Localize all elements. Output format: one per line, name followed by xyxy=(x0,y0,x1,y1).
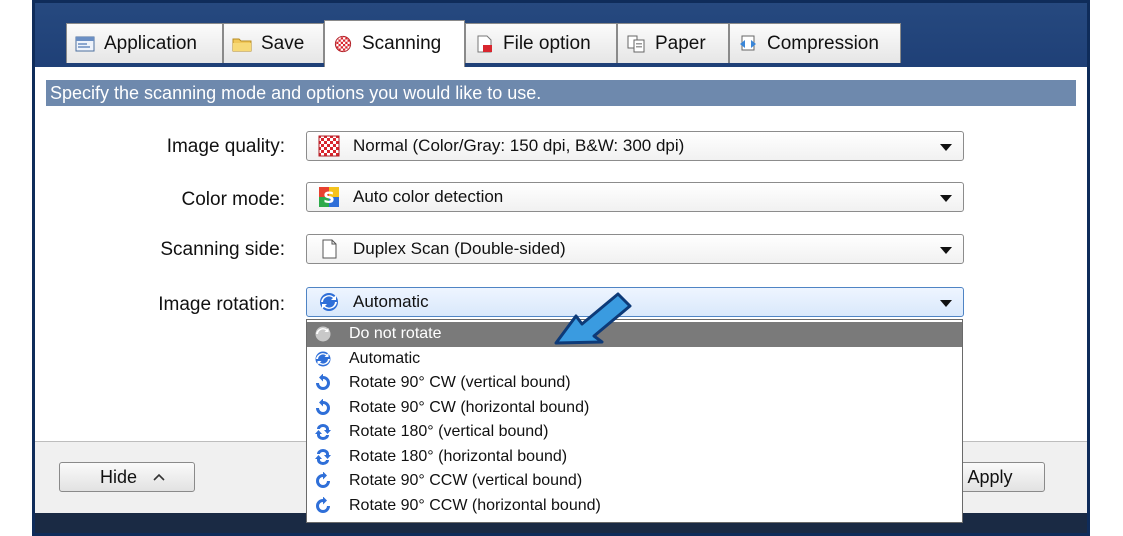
rotation-option-label: Rotate 90° CCW (vertical bound) xyxy=(349,472,583,490)
tab-paper-label: Paper xyxy=(655,32,706,54)
color-mode-label: Color mode: xyxy=(181,189,286,210)
image-quality-combo[interactable]: Normal (Color/Gray: 150 dpi, B&W: 300 dp… xyxy=(306,131,964,161)
rotate-180-icon xyxy=(315,448,331,465)
pointer-arrow-icon xyxy=(554,292,632,345)
application-icon xyxy=(75,36,95,51)
tab-compression[interactable]: Compression xyxy=(729,23,901,63)
scanning-icon xyxy=(334,35,352,53)
chevron-up-icon xyxy=(153,473,165,481)
image-rotation-label: Image rotation: xyxy=(158,294,285,315)
chevron-down-icon xyxy=(940,247,952,254)
rotation-option-180-horizontal[interactable]: Rotate 180° (horizontal bound) xyxy=(307,445,962,470)
compression-icon xyxy=(740,35,756,50)
tab-compression-label: Compression xyxy=(767,32,879,54)
rotation-option-label: Rotate 180° (horizontal bound) xyxy=(349,447,568,465)
tab-file-option-label: File option xyxy=(503,32,591,54)
tab-paper[interactable]: Paper xyxy=(617,23,729,63)
chevron-down-icon xyxy=(940,195,952,202)
info-bar: Specify the scanning mode and options yo… xyxy=(46,80,1076,106)
svg-text:S: S xyxy=(323,188,335,207)
rotation-option-label: Do not rotate xyxy=(349,325,442,343)
rotation-option-label: Rotate 180° (vertical bound) xyxy=(349,423,549,441)
chevron-down-icon xyxy=(940,300,952,307)
rotation-option-label: Rotate 90° CW (horizontal bound) xyxy=(349,398,590,416)
scanning-side-value: Duplex Scan (Double-sided) xyxy=(353,239,566,258)
hide-button[interactable]: Hide xyxy=(59,462,195,492)
rotation-option-label: Rotate 90° CW (vertical bound) xyxy=(349,374,571,392)
rotate-ccw-icon xyxy=(316,472,330,489)
apply-button-label: Apply xyxy=(967,466,1013,487)
rotation-option-ccw-vertical[interactable]: Rotate 90° CCW (vertical bound) xyxy=(307,469,962,494)
tab-save-label: Save xyxy=(261,32,305,54)
paper-icon xyxy=(627,35,645,52)
rotation-option-label: Automatic xyxy=(349,349,421,367)
rotate-180-icon xyxy=(315,424,331,441)
rotation-option-cw-horizontal[interactable]: Rotate 90° CW (horizontal bound) xyxy=(307,396,962,421)
tab-application-label: Application xyxy=(104,32,197,54)
checker-quality-icon xyxy=(318,135,340,157)
tab-application[interactable]: Application xyxy=(66,23,223,63)
auto-color-icon: S xyxy=(319,187,339,207)
tab-scanning-label: Scanning xyxy=(362,33,442,54)
image-rotation-value: Automatic xyxy=(353,292,429,311)
rotation-option-ccw-horizontal[interactable]: Rotate 90° CCW (horizontal bound) xyxy=(307,494,962,519)
chevron-down-icon xyxy=(940,144,952,151)
auto-rotate-icon xyxy=(315,351,331,367)
file-option-icon xyxy=(477,35,492,52)
color-mode-value: Auto color detection xyxy=(353,187,504,206)
color-mode-combo[interactable]: S Auto color detection xyxy=(306,182,964,212)
tab-save[interactable]: Save xyxy=(223,23,324,63)
hide-button-label: Hide xyxy=(100,466,138,487)
rotation-option-cw-vertical[interactable]: Rotate 90° CW (vertical bound) xyxy=(307,371,962,396)
tab-scanning[interactable]: Scanning xyxy=(324,20,465,67)
scanning-side-label: Scanning side: xyxy=(160,239,285,260)
duplex-page-icon xyxy=(322,239,337,259)
image-quality-label: Image quality: xyxy=(166,136,285,157)
image-quality-value: Normal (Color/Gray: 150 dpi, B&W: 300 dp… xyxy=(353,136,685,155)
tab-file-option[interactable]: File option xyxy=(465,23,617,63)
rotate-cw-icon xyxy=(316,398,330,415)
no-rotate-icon xyxy=(315,326,331,342)
rotation-option-180-vertical[interactable]: Rotate 180° (vertical bound) xyxy=(307,420,962,445)
rotate-ccw-icon xyxy=(316,496,330,513)
rotation-option-label: Rotate 90° CCW (horizontal bound) xyxy=(349,496,601,514)
scanning-side-combo[interactable]: Duplex Scan (Double-sided) xyxy=(306,234,964,264)
auto-rotate-icon xyxy=(320,293,338,311)
rotate-cw-icon xyxy=(316,374,330,391)
folder-icon xyxy=(232,38,252,51)
tab-strip: Application Save Scanning File option Pa… xyxy=(35,3,1087,67)
